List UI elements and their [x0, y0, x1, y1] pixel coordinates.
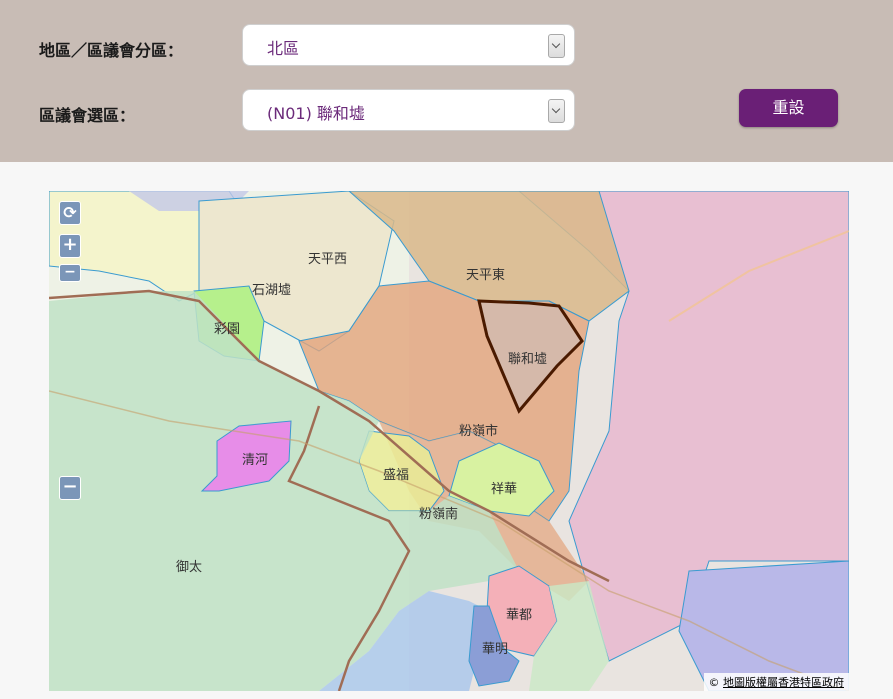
zoom-in-button[interactable]: + [59, 234, 81, 258]
zoom-out-button[interactable]: − [59, 264, 81, 282]
district-label: 盛福 [383, 468, 410, 483]
refresh-icon[interactable]: ⟳ [59, 201, 81, 225]
district-label: 彩園 [214, 322, 241, 337]
map-layer [49, 191, 849, 691]
district-label: 華明 [482, 642, 509, 657]
region-select[interactable]: 北區 [242, 24, 575, 66]
copyright-symbol: © [708, 676, 720, 689]
district-label: 祥華 [491, 482, 518, 497]
constituency-select-value: (N01) 聯和墟 [267, 104, 365, 123]
reset-button[interactable]: 重設 [739, 89, 838, 127]
constituency-select[interactable]: (N01) 聯和墟 [242, 89, 575, 131]
district-label: 粉嶺南 [419, 507, 459, 522]
district-label: 御太 [176, 560, 203, 575]
zoom-out-button-lower[interactable]: − [59, 476, 81, 500]
chevron-down-icon[interactable] [548, 34, 565, 58]
district-label: 天平西 [308, 252, 348, 267]
district-label: 華都 [506, 608, 533, 623]
chevron-down-icon[interactable] [548, 99, 565, 123]
map-copyright: © 地圖版權屬香港特區政府 [703, 673, 849, 691]
district-map[interactable]: ⟳ + − − 天平西 天平東 石湖墟 彩園 聯和墟 粉嶺市 清河 盛福 祥華 … [49, 191, 849, 691]
constituency-label: 區議會選區： [39, 106, 136, 125]
district-label: 粉嶺市 [459, 424, 499, 439]
region-select-value: 北區 [267, 39, 300, 58]
filter-panel: 地區／區議會分區： 北區 區議會選區： (N01) 聯和墟 重設 [0, 0, 893, 162]
copyright-link[interactable]: 地圖版權屬香港特區政府 [723, 676, 844, 689]
district-label: 清河 [242, 453, 269, 468]
district-label: 石湖墟 [252, 283, 292, 298]
district-label-selected: 聯和墟 [508, 352, 548, 367]
region-label: 地區／區議會分區： [39, 41, 184, 60]
district-label: 天平東 [466, 268, 506, 283]
